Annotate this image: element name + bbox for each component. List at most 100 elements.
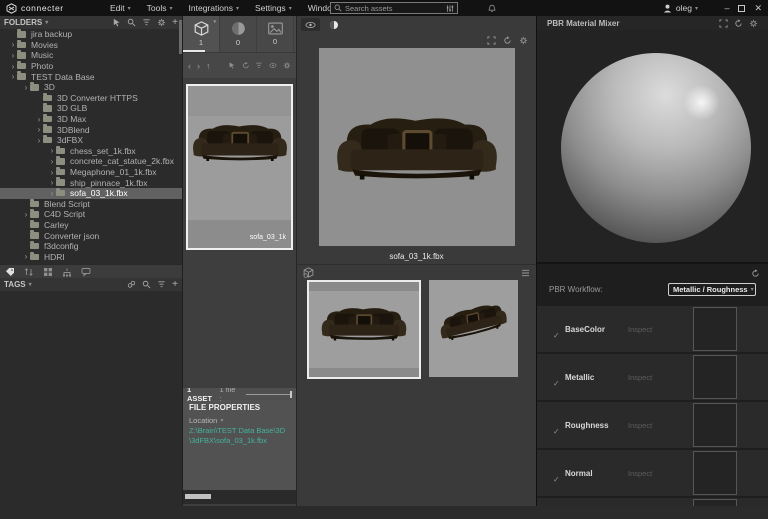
refresh-icon[interactable]: [503, 36, 512, 45]
folders-scrollbar[interactable]: [179, 20, 182, 54]
check-icon[interactable]: [553, 469, 560, 487]
folder-tree-item[interactable]: Megaphone_01_1k.fbx: [0, 167, 182, 178]
inspect-link[interactable]: Inspect: [628, 373, 652, 382]
filter-icon[interactable]: [157, 280, 166, 289]
folder-tree-item[interactable]: Converter json: [0, 230, 182, 241]
folder-tree-item[interactable]: 3D GLB: [0, 103, 182, 114]
comments-icon[interactable]: [81, 267, 91, 277]
channel-texture-swatch[interactable]: [693, 307, 737, 351]
expander-icon[interactable]: [9, 40, 17, 49]
expander-icon[interactable]: [9, 62, 17, 71]
menu-item[interactable]: Settings: [255, 3, 292, 13]
folder-tree-item[interactable]: HDRI: [0, 251, 182, 262]
sort-icon[interactable]: [24, 267, 34, 277]
refresh-icon[interactable]: [734, 19, 743, 28]
expander-icon[interactable]: [35, 115, 43, 124]
menu-item[interactable]: Edit: [110, 3, 131, 13]
back-icon[interactable]: ‹: [188, 61, 191, 71]
folder-tree-item[interactable]: 3D Converter HTTPS: [0, 93, 182, 104]
workflow-select[interactable]: Metallic / Roughness: [668, 283, 756, 296]
menu-item[interactable]: Tools: [147, 3, 173, 13]
search-icon[interactable]: [142, 280, 151, 289]
folder-tree-item[interactable]: ship_pinnace_1k.fbx: [0, 177, 182, 188]
folder-tree-item[interactable]: TEST Data Base: [0, 71, 182, 82]
fullscreen-icon[interactable]: [719, 19, 728, 28]
channel-row[interactable]: Metallic Inspect: [537, 354, 768, 400]
select-pointer-icon[interactable]: [228, 61, 236, 70]
inspect-link[interactable]: Inspect: [628, 469, 652, 478]
channel-row-partial[interactable]: [537, 498, 768, 506]
minimize-button[interactable]: –: [724, 3, 729, 13]
gear-icon[interactable]: [157, 18, 166, 27]
search-filter-icon[interactable]: [446, 4, 454, 13]
list-menu-icon[interactable]: [521, 269, 530, 277]
folder-tree-item[interactable]: Movies: [0, 40, 182, 51]
tab-images[interactable]: 0: [257, 16, 294, 52]
folder-tree-item[interactable]: C4D Script: [0, 209, 182, 220]
forward-icon[interactable]: ›: [197, 61, 200, 71]
fullscreen-icon[interactable]: [487, 36, 496, 45]
channel-texture-swatch[interactable]: [693, 451, 737, 495]
folder-tree-item[interactable]: Carley: [0, 220, 182, 231]
expander-icon[interactable]: [22, 83, 30, 92]
folder-tree-item[interactable]: Photo: [0, 61, 182, 72]
thumbnail-size-slider[interactable]: [246, 394, 292, 395]
channel-row[interactable]: Normal Inspect: [537, 450, 768, 496]
folder-tree-item[interactable]: 3D Max: [0, 114, 182, 125]
pointer-icon[interactable]: [112, 18, 121, 27]
folder-tree-item[interactable]: Music: [0, 50, 182, 61]
search-assets-box[interactable]: [330, 2, 458, 14]
asset-card-sofa[interactable]: sofa_03_1k: [186, 84, 293, 250]
expander-icon[interactable]: [48, 157, 56, 166]
file-path-link[interactable]: \3dFBX\sofa_03_1k.fbx: [189, 436, 290, 446]
channel-texture-swatch[interactable]: [693, 355, 737, 399]
file-path-link[interactable]: Z:\Brain\TEST Data Base\3D: [189, 426, 290, 436]
folder-tree-item[interactable]: f3dconfig: [0, 241, 182, 252]
model-preview-viewport[interactable]: [319, 48, 515, 246]
check-icon[interactable]: [553, 373, 560, 391]
tab-preview-eye[interactable]: [301, 18, 320, 31]
tags-title[interactable]: TAGS: [4, 280, 32, 289]
render-thumbnail-front[interactable]: [307, 280, 421, 379]
model-views-icon[interactable]: [303, 267, 314, 278]
channel-texture-swatch[interactable]: [693, 499, 737, 506]
notifications-bell-icon[interactable]: [487, 3, 497, 13]
expander-icon[interactable]: [35, 125, 43, 134]
folder-tree-item[interactable]: 3D: [0, 82, 182, 93]
close-button[interactable]: ✕: [754, 3, 762, 14]
expander-icon[interactable]: [48, 168, 56, 177]
user-menu[interactable]: oleg: [663, 0, 698, 16]
filter-icon[interactable]: [142, 18, 151, 27]
menu-item[interactable]: Integrations: [189, 3, 239, 13]
inspect-link[interactable]: Inspect: [628, 421, 652, 430]
expander-icon[interactable]: [9, 51, 17, 60]
maximize-button[interactable]: [738, 5, 745, 12]
render-thumbnail-angle[interactable]: [429, 280, 518, 377]
up-icon[interactable]: ↑: [206, 61, 211, 71]
gear-icon[interactable]: [519, 36, 528, 45]
check-icon[interactable]: [553, 421, 560, 439]
scrollbar-thumb[interactable]: [185, 494, 211, 499]
folder-tree-item[interactable]: 3dFBX: [0, 135, 182, 146]
search-icon[interactable]: [127, 18, 136, 27]
gear-icon[interactable]: [283, 61, 291, 70]
folder-tree-item[interactable]: chess_set_1k.fbx: [0, 146, 182, 157]
folder-tree-item[interactable]: concrete_cat_statue_2k.fbx: [0, 156, 182, 167]
folder-tree-item[interactable]: sofa_03_1k.fbx: [0, 188, 182, 199]
tag-icon[interactable]: [5, 267, 15, 277]
hierarchy-icon[interactable]: [62, 267, 72, 277]
location-toggle[interactable]: Location: [189, 416, 290, 426]
search-input[interactable]: [345, 4, 443, 13]
material-preview-viewport[interactable]: [537, 30, 768, 262]
check-icon[interactable]: [553, 325, 560, 343]
gear-icon[interactable]: [749, 19, 758, 28]
refresh-icon[interactable]: [242, 61, 250, 70]
expander-icon[interactable]: [9, 72, 17, 81]
folder-tree-item[interactable]: Blend Script: [0, 199, 182, 210]
inspect-link[interactable]: Inspect: [628, 325, 652, 334]
expander-icon[interactable]: [22, 252, 30, 261]
add-tag-icon[interactable]: +: [172, 281, 178, 289]
channel-row[interactable]: Roughness Inspect: [537, 402, 768, 448]
tab-materials[interactable]: 0: [220, 16, 257, 52]
expander-icon[interactable]: [48, 178, 56, 187]
